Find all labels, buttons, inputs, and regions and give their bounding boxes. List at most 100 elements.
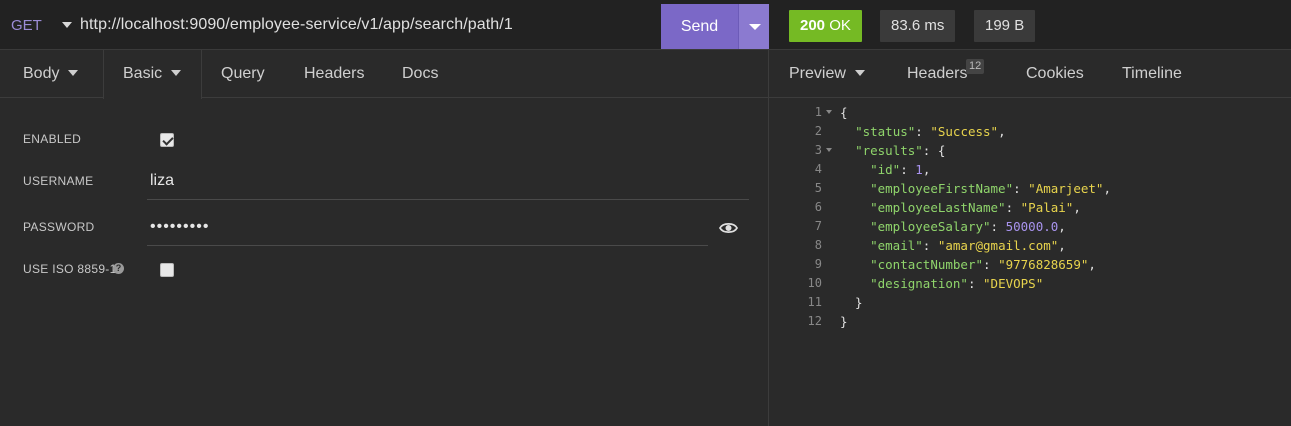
url-bar: GET http://localhost:9090/employee-servi… [0, 0, 769, 50]
tab-label: Preview [789, 65, 846, 82]
code-token: "DEVOPS" [983, 276, 1044, 291]
code-token: : [983, 257, 999, 272]
code-token: "amar@gmail.com" [937, 238, 1059, 253]
code-token: "employeeLastName" [870, 200, 1006, 215]
code-token: "Amarjeet" [1028, 181, 1104, 196]
code-token: , [1103, 181, 1111, 196]
method-selector[interactable]: GET [11, 17, 42, 34]
tab-timeline[interactable]: Timeline [1122, 50, 1182, 98]
tab-headers[interactable]: Headers [304, 50, 364, 98]
username-label: USERNAME [23, 174, 94, 188]
code-token: : [922, 238, 938, 253]
status-text: OK [829, 17, 851, 34]
code-text: "id": 1, [840, 160, 930, 179]
code-token: : { [922, 143, 946, 158]
code-token: , [922, 162, 931, 177]
line-number: 9 [814, 257, 822, 271]
line-number: 1 [814, 105, 822, 119]
fold-toggle-icon[interactable] [826, 110, 832, 114]
send-button[interactable]: Send [661, 4, 738, 49]
help-icon[interactable]: ? [113, 263, 124, 274]
code-token: 50000.0 [1005, 219, 1059, 234]
response-time-badge: 83.6 ms [880, 10, 956, 42]
chevron-down-icon [171, 69, 182, 76]
line-number: 2 [814, 124, 822, 138]
line-number: 7 [814, 219, 822, 233]
status-code: 200 [800, 17, 826, 34]
code-text: "status": "Success", [840, 122, 1006, 141]
send-options-button[interactable] [738, 4, 769, 49]
chevron-down-icon [854, 69, 865, 76]
code-token: : [1013, 181, 1029, 196]
enabled-checkbox[interactable] [160, 133, 174, 147]
code-token: { [840, 105, 848, 120]
fold-toggle-icon[interactable] [826, 148, 832, 152]
code-token: "Success" [930, 124, 999, 139]
tab-body[interactable]: Body [23, 50, 79, 98]
response-size-badge: 199 B [974, 10, 1036, 42]
code-token: "contactNumber" [870, 257, 983, 272]
line-number: 12 [807, 314, 822, 328]
line-number: 5 [814, 181, 822, 195]
tab-label: Basic [123, 65, 163, 82]
code-token: "employeeSalary" [870, 219, 991, 234]
chevron-down-icon[interactable] [62, 22, 72, 28]
request-pane: GET http://localhost:9090/employee-servi… [0, 0, 769, 426]
chevron-down-icon [68, 69, 79, 76]
tab-cookies[interactable]: Cookies [1026, 50, 1084, 98]
eye-icon[interactable] [719, 221, 738, 235]
password-field[interactable]: ••••••••• [147, 212, 708, 246]
chevron-down-icon [749, 24, 761, 30]
tab-label: Body [23, 65, 60, 82]
code-token: , [1073, 200, 1081, 215]
line-number: 10 [807, 276, 822, 290]
code-token: "employeeFirstName" [870, 181, 1014, 196]
code-text: { [840, 103, 848, 122]
code-token: "status" [855, 124, 916, 139]
code-text: "designation": "DEVOPS" [840, 274, 1043, 293]
tab-docs[interactable]: Docs [402, 50, 438, 98]
code-token: : [900, 162, 916, 177]
iso-checkbox[interactable] [160, 263, 174, 277]
code-token: "Palai" [1020, 200, 1074, 215]
code-token: "designation" [870, 276, 968, 291]
code-token: } [840, 314, 848, 329]
response-status-bar: 200 OK 83.6 ms 199 B [769, 0, 1291, 50]
code-token: : [990, 219, 1006, 234]
response-pane: 200 OK 83.6 ms 199 B Preview Headers Coo… [769, 0, 1291, 426]
code-token: "email" [870, 238, 923, 253]
tab-response-headers[interactable]: Headers [907, 50, 967, 98]
code-text: "contactNumber": "9776828659", [840, 255, 1096, 274]
code-token: "id" [870, 162, 901, 177]
code-text: "employeeLastName": "Palai", [840, 198, 1081, 217]
username-field[interactable]: liza [147, 166, 749, 200]
code-text: "email": "amar@gmail.com", [840, 236, 1066, 255]
tab-preview[interactable]: Preview [789, 50, 865, 98]
url-input[interactable]: http://localhost:9090/employee-service/v… [80, 16, 513, 34]
tab-query[interactable]: Query [221, 50, 265, 98]
code-token: , [1058, 238, 1066, 253]
code-token: : [967, 276, 984, 291]
tab-basic-auth[interactable]: Basic [103, 50, 202, 99]
code-token: , [1058, 219, 1066, 234]
status-badge: 200 OK [789, 10, 862, 42]
line-number: 4 [814, 162, 822, 176]
enabled-label: ENABLED [23, 132, 82, 146]
code-token: "9776828659" [998, 257, 1089, 272]
line-number: 11 [807, 295, 822, 309]
code-token: : [1005, 200, 1021, 215]
code-text: "employeeFirstName": "Amarjeet", [840, 179, 1111, 198]
line-number: 8 [814, 238, 822, 252]
code-text: "results": { [840, 141, 945, 160]
code-token: "results" [855, 143, 923, 158]
code-token: , [998, 124, 1006, 139]
iso-label: USE ISO 8859-1 [23, 262, 117, 276]
